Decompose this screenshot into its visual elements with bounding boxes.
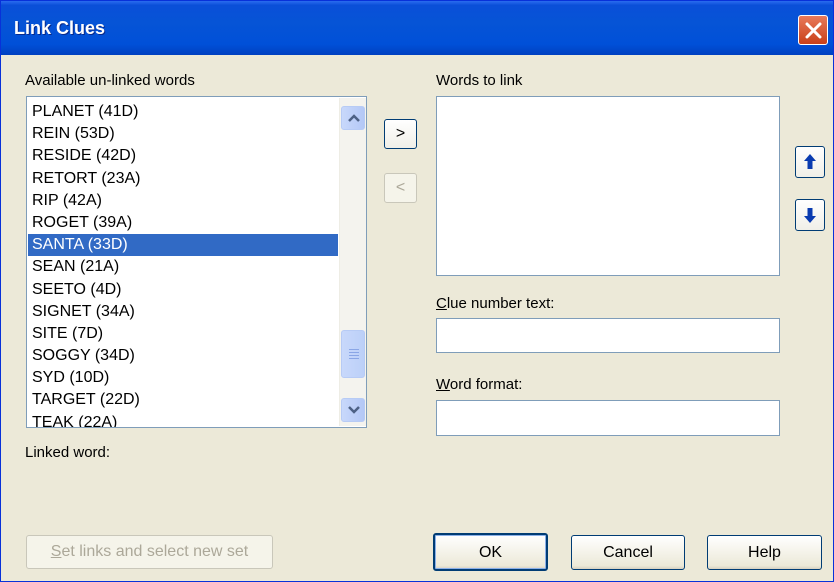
move-up-button[interactable] bbox=[795, 146, 825, 178]
link-clues-dialog: Link Clues Available un-linked words PLA… bbox=[0, 0, 834, 582]
remove-word-button[interactable]: < bbox=[384, 173, 417, 203]
title-bar[interactable]: Link Clues bbox=[1, 1, 833, 55]
scroll-thumb[interactable] bbox=[341, 330, 365, 378]
available-words-items: PLANET (41D) REIN (53D) RESIDE (42D) RETORT… bbox=[28, 101, 338, 427]
scroll-up-button[interactable] bbox=[341, 106, 365, 130]
add-word-button[interactable]: > bbox=[384, 119, 417, 149]
help-button[interactable]: Help bbox=[707, 535, 822, 570]
arrow-up-icon bbox=[804, 154, 816, 169]
close-button[interactable] bbox=[798, 15, 828, 45]
list-item[interactable]: SITE (7D) bbox=[28, 323, 338, 345]
list-item[interactable]: TARGET (22D) bbox=[28, 389, 338, 411]
list-item[interactable]: SOGGY (34D) bbox=[28, 345, 338, 367]
set-links-button[interactable]: Set links and select new set bbox=[26, 535, 273, 569]
list-item[interactable]: RETORT (23A) bbox=[28, 168, 338, 190]
list-item[interactable]: RIP (42A) bbox=[28, 190, 338, 212]
words-to-link-list[interactable] bbox=[436, 96, 780, 276]
list-item[interactable]: ROGET (39A) bbox=[28, 212, 338, 234]
available-words-list[interactable]: PLANET (41D) REIN (53D) RESIDE (42D) RETORT… bbox=[26, 96, 367, 428]
word-format-label: Word format: bbox=[436, 376, 523, 393]
list-item[interactable]: SYD (10D) bbox=[28, 367, 338, 389]
list-item[interactable]: SANTA (33D) bbox=[28, 234, 338, 257]
linked-word-label: Linked word: bbox=[25, 444, 111, 461]
words-to-link-label: Words to link bbox=[436, 72, 523, 89]
list-item[interactable]: SEAN (21A) bbox=[28, 256, 338, 278]
close-icon bbox=[805, 22, 822, 39]
clue-number-label: Clue number text: bbox=[436, 295, 555, 312]
list-item[interactable]: REIN (53D) bbox=[28, 123, 338, 145]
vertical-scrollbar[interactable] bbox=[339, 98, 366, 426]
cancel-button[interactable]: Cancel bbox=[571, 535, 685, 570]
chevron-down-icon bbox=[348, 406, 360, 414]
window-title: Link Clues bbox=[14, 18, 106, 38]
chevron-up-icon bbox=[348, 114, 360, 122]
ok-button[interactable]: OK bbox=[433, 533, 548, 571]
available-words-label: Available un-linked words bbox=[25, 72, 195, 89]
list-item[interactable]: SEETO (4D) bbox=[28, 279, 338, 301]
word-format-field[interactable] bbox=[436, 400, 780, 436]
scroll-down-button[interactable] bbox=[341, 398, 365, 422]
arrow-down-icon bbox=[804, 208, 816, 223]
list-item[interactable]: TEAK (22A) bbox=[28, 412, 338, 427]
move-down-button[interactable] bbox=[795, 199, 825, 231]
list-item[interactable]: RESIDE (42D) bbox=[28, 145, 338, 167]
list-item[interactable]: SIGNET (34A) bbox=[28, 301, 338, 323]
list-item[interactable]: PLANET (41D) bbox=[28, 101, 338, 123]
clue-number-field[interactable] bbox=[436, 318, 780, 353]
